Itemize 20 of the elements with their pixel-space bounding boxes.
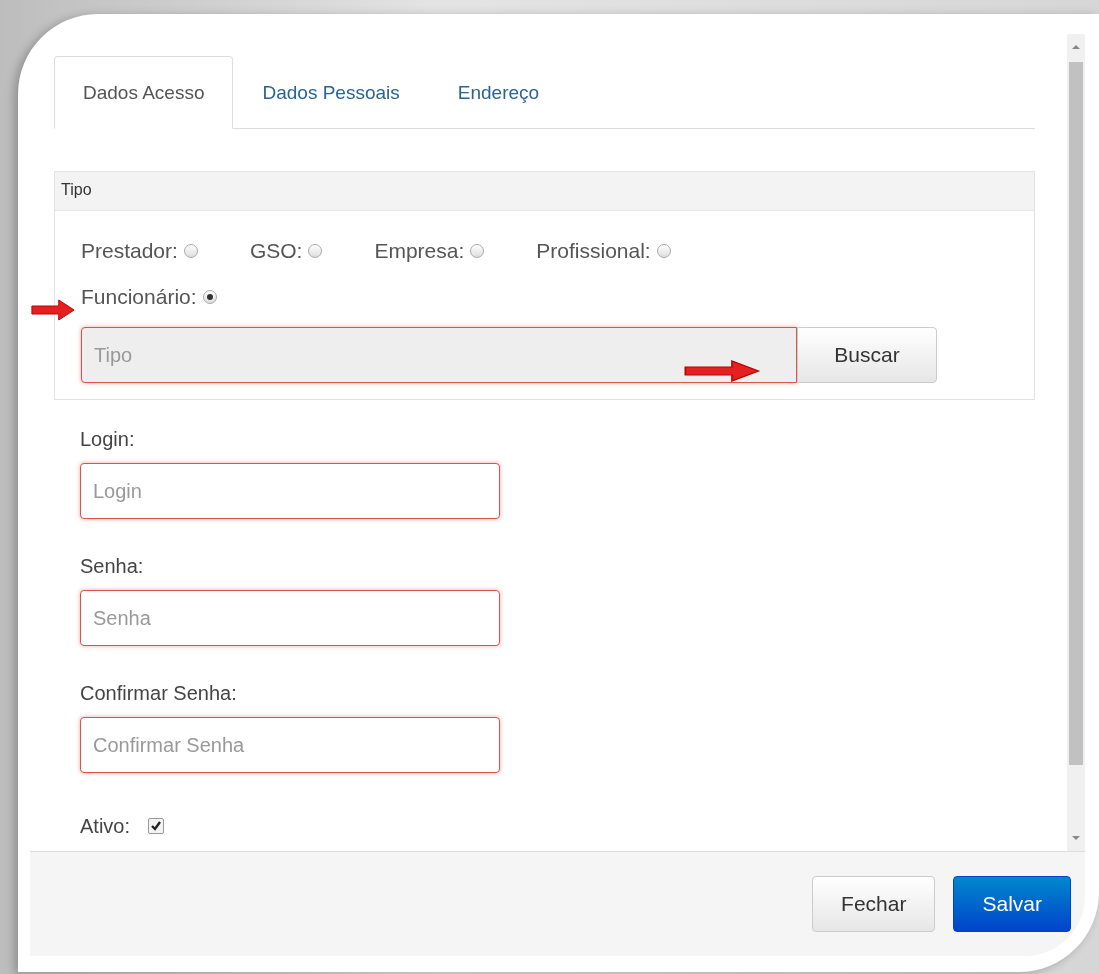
tab[interactable]: Dados Acesso xyxy=(54,56,234,129)
tab[interactable]: Dados Pessoais xyxy=(233,56,429,129)
checkbox-label: Ativo: xyxy=(80,814,131,838)
close-button[interactable]: Fechar xyxy=(812,876,936,932)
input-field[interactable]: Tipo xyxy=(81,327,797,383)
save-button[interactable]: Salvar xyxy=(953,876,1071,932)
field-label: Login: xyxy=(80,428,136,451)
input-field[interactable]: Senha xyxy=(80,590,500,646)
radio-label: Prestador: xyxy=(81,239,178,263)
search-button[interactable]: Buscar xyxy=(797,327,937,383)
tab[interactable]: Endereço xyxy=(428,56,569,129)
radio-label: Profissional: xyxy=(536,239,651,263)
field-label: Senha: xyxy=(80,555,145,578)
radio-label: Funcionário: xyxy=(81,285,197,309)
radio-label: Empresa: xyxy=(374,239,465,263)
input-field[interactable]: Login xyxy=(80,463,500,519)
panel-title: Tipo xyxy=(55,172,1034,211)
input-field[interactable]: Confirmar Senha xyxy=(80,717,500,773)
field-label: Confirmar Senha: xyxy=(80,682,238,705)
radio-label: GSO: xyxy=(249,239,303,263)
